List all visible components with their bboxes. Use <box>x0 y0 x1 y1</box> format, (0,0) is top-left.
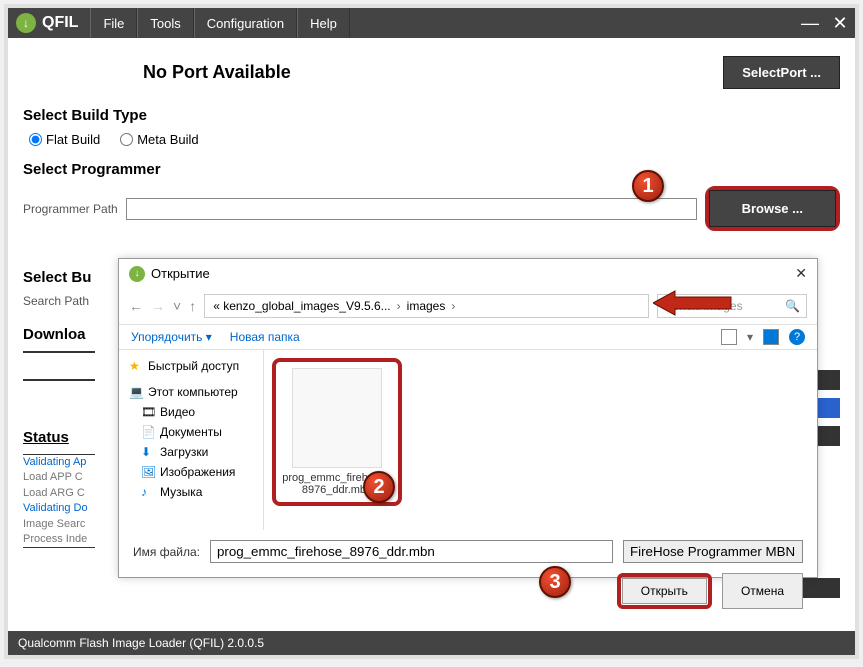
chevron-right-icon: › <box>397 299 401 313</box>
annotation-arrow <box>653 287 733 319</box>
browse-highlight: Browse ... <box>705 186 840 231</box>
filename-label: Имя файла: <box>133 545 200 559</box>
nav-forward-icon[interactable]: → <box>151 298 165 314</box>
status-line: Load ARG C <box>23 486 95 501</box>
breadcrumb[interactable]: « kenzo_global_images_V9.5.6... › images… <box>204 294 649 318</box>
dialog-close-button[interactable]: ✕ <box>795 265 807 282</box>
nav-up-icon[interactable]: ↑ <box>189 298 196 314</box>
view-icon[interactable] <box>721 329 737 345</box>
status-panel: Validating Ap Load APP C Load ARG C Vali… <box>23 454 95 548</box>
close-button[interactable]: ✕ <box>825 8 855 38</box>
app-title: QFIL <box>42 14 78 32</box>
chevron-right-icon: › <box>451 299 455 313</box>
new-folder-button[interactable]: Новая папка <box>230 330 300 344</box>
file-icon[interactable] <box>292 368 382 468</box>
sidebar-item-music[interactable]: ♪Музыка <box>125 482 257 502</box>
status-line: Validating Ap <box>23 455 95 470</box>
menubar: File Tools Configuration Help <box>90 8 349 38</box>
minimize-button[interactable]: — <box>795 8 825 38</box>
radio-flat-build[interactable]: Flat Build <box>29 132 100 147</box>
chevron-down-icon[interactable]: ▾ <box>747 330 753 344</box>
titlebar: ↓ QFIL File Tools Configuration Help — ✕ <box>8 8 855 38</box>
dialog-icon: ↓ <box>129 266 145 282</box>
annotation-badge-1: 1 <box>632 170 664 202</box>
nav-recent-icon[interactable]: ˅ <box>173 298 181 314</box>
preview-pane-icon[interactable] <box>763 329 779 345</box>
radio-meta-build[interactable]: Meta Build <box>120 132 198 147</box>
menu-help[interactable]: Help <box>297 8 350 38</box>
sidebar-item-images[interactable]: 🖼Изображения <box>125 462 257 482</box>
build-type-title: Select Build Type <box>23 107 840 124</box>
status-line: Process Inde <box>23 532 95 547</box>
menu-config[interactable]: Configuration <box>194 8 297 38</box>
status-line: Validating Do <box>23 501 95 516</box>
organize-dropdown[interactable]: Упорядочить ▾ <box>131 330 212 344</box>
nav-back-icon[interactable]: ← <box>129 298 143 314</box>
open-highlight: Открыть <box>617 573 712 609</box>
menu-file[interactable]: File <box>90 8 137 38</box>
help-icon[interactable]: ? <box>789 329 805 345</box>
sidebar-item-this-pc[interactable]: 💻Этот компьютер <box>125 382 257 402</box>
sidebar-item-quick-access[interactable]: ★Быстрый доступ <box>125 356 257 376</box>
sidebar-item-downloads[interactable]: ⬇Загрузки <box>125 442 257 462</box>
sidebar: ★Быстрый доступ 💻Этот компьютер 🎞Видео 📄… <box>119 350 264 530</box>
filetype-filter[interactable] <box>623 540 803 563</box>
search-icon: 🔍 <box>785 299 800 313</box>
status-line: Load APP C <box>23 470 95 485</box>
programmer-path-label: Programmer Path <box>23 202 118 216</box>
select-port-button[interactable]: SelectPort ... <box>723 56 840 89</box>
sidebar-item-documents[interactable]: 📄Документы <box>125 422 257 442</box>
filename-input[interactable] <box>210 540 613 563</box>
annotation-badge-3: 3 <box>539 566 571 598</box>
cancel-button[interactable]: Отмена <box>722 573 803 609</box>
statusbar: Qualcomm Flash Image Loader (QFIL) 2.0.0… <box>8 631 855 655</box>
programmer-title: Select Programmer <box>23 161 840 178</box>
open-button[interactable]: Открыть <box>622 578 707 604</box>
programmer-path-input[interactable] <box>126 198 697 220</box>
menu-tools[interactable]: Tools <box>137 8 193 38</box>
port-status: No Port Available <box>143 62 291 83</box>
status-line: Image Searc <box>23 517 95 532</box>
annotation-badge-2: 2 <box>363 471 395 503</box>
dialog-title: Открытие <box>151 266 210 281</box>
open-file-dialog: ↓ Открытие ✕ ← → ˅ ↑ « kenzo_global_imag… <box>118 258 818 578</box>
browse-button[interactable]: Browse ... <box>709 190 836 227</box>
sidebar-item-video[interactable]: 🎞Видео <box>125 402 257 422</box>
app-icon: ↓ <box>16 13 36 33</box>
